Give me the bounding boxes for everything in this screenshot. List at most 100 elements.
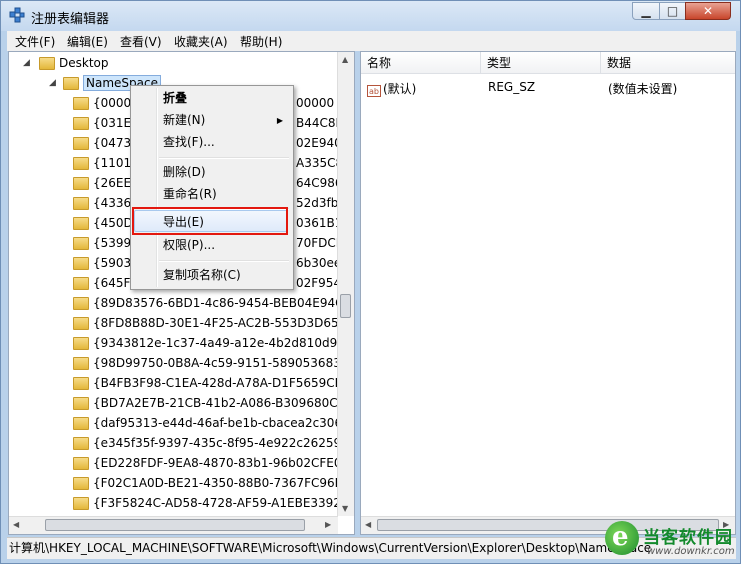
scroll-up-icon[interactable]: ▲ <box>342 55 348 64</box>
submenu-arrow-icon: ▶ <box>276 116 283 125</box>
collapse-arrow-icon[interactable]: ◢ <box>49 78 56 88</box>
tree-node-clsid[interactable]: {F3F5824C-AD58-4728-AF59-A1EBE339279 <box>73 493 355 513</box>
folder-icon <box>73 476 89 490</box>
tree-node-clsid[interactable]: {BD7A2E7B-21CB-41b2-A086-B309680C6B <box>73 393 353 413</box>
tree-node-clsid[interactable]: {031E <box>73 113 131 133</box>
menu-edit[interactable]: 编辑(E) <box>67 33 108 50</box>
minimize-icon: ▁ <box>641 4 651 18</box>
tree-horizontal-scrollbar[interactable]: ◀ ▶ <box>9 516 338 534</box>
values-list-pane[interactable]: 名称 类型 数据 ab (默认) REG_SZ (数值未设置) ◀ ▶ <box>360 51 736 535</box>
column-header-name[interactable]: 名称 <box>361 52 481 74</box>
tree-node-clsid[interactable]: {4336 <box>73 193 131 213</box>
watermark: e 当客软件园 www.downkr.com <box>605 519 741 565</box>
tree-node-clsid[interactable]: {daf95313-e44d-46af-be1b-cbacea2c3065 <box>73 413 350 433</box>
tree-node-clsid[interactable]: {5399 <box>73 233 131 253</box>
column-header-data[interactable]: 数据 <box>601 52 735 74</box>
tree-node-clsid[interactable]: {e345f35f-9397-435c-8f95-4e922c26259e} <box>73 433 354 453</box>
folder-icon <box>73 216 89 230</box>
maximize-button[interactable]: □ <box>659 2 686 20</box>
tree-node-clsid[interactable]: {0473 <box>73 133 131 153</box>
title-bar[interactable]: 注册表编辑器 ▁ □ ✕ <box>1 1 740 31</box>
minimize-button[interactable]: ▁ <box>632 2 660 20</box>
tree-vertical-scroll-thumb[interactable] <box>340 294 351 318</box>
context-menu: 折叠 新建(N) ▶ 查找(F)... 删除(D) 重命名(R) 导出(E) 权… <box>130 85 294 290</box>
folder-icon <box>73 236 89 250</box>
menu-favorites[interactable]: 收藏夹(A) <box>174 33 228 50</box>
tree-node-label: {5399 <box>93 236 132 250</box>
regedit-app-icon <box>9 7 25 23</box>
folder-icon <box>73 376 89 390</box>
folder-icon <box>73 356 89 370</box>
tree-node-clsid[interactable]: {5903 <box>73 253 131 273</box>
folder-icon <box>73 276 89 290</box>
tree-node-clsid[interactable]: {1101 <box>73 153 131 173</box>
folder-icon <box>73 456 89 470</box>
folder-icon <box>73 496 89 510</box>
tree-node-label: {5903 <box>93 256 132 270</box>
tree-node-label: {F3F5824C-AD58-4728-AF59-A1EBE339279 <box>93 496 355 510</box>
tree-node-desktop[interactable]: ◢ Desktop <box>23 53 109 73</box>
tree-node-label-suffix: 02F954 <box>296 276 342 290</box>
folder-icon <box>73 136 89 150</box>
export-highlight-box <box>132 207 288 235</box>
registry-editor-window: 注册表编辑器 ▁ □ ✕ 文件(F) 编辑(E) 查看(V) 收藏夹(A) 帮助… <box>0 0 741 564</box>
tree-vertical-scrollbar[interactable]: ▲ ▼ <box>337 52 354 516</box>
tree-node-clsid[interactable]: {0000 <box>73 93 131 113</box>
close-button[interactable]: ✕ <box>685 2 731 20</box>
tree-node-clsid[interactable]: {F02C1A0D-BE21-4350-88B0-7367FC96EF3 <box>73 473 354 493</box>
tree-node-label: {9343812e-1c37-4a49-a12e-4b2d810d956 <box>93 336 353 350</box>
context-collapse[interactable]: 折叠 <box>163 88 187 108</box>
context-rename[interactable]: 重命名(R) <box>163 184 217 204</box>
string-value-icon: ab <box>367 85 381 97</box>
scroll-left-icon[interactable]: ◀ <box>365 520 371 529</box>
scroll-down-icon[interactable]: ▼ <box>342 504 348 513</box>
tree-horizontal-scroll-thumb[interactable] <box>45 519 305 531</box>
tree-node-label-suffix: 64C986 <box>296 176 343 190</box>
tree-node-label: {98D99750-0B8A-4c59-9151-589053683D7 <box>93 356 355 370</box>
folder-icon <box>39 56 55 70</box>
folder-open-icon <box>63 76 79 90</box>
tree-node-clsid[interactable]: {645F <box>73 273 130 293</box>
tree-node-label: {450D <box>93 216 133 230</box>
menu-help[interactable]: 帮助(H) <box>240 33 282 50</box>
tree-node-clsid[interactable]: {26EE <box>73 173 131 193</box>
menu-bar: 文件(F) 编辑(E) 查看(V) 收藏夹(A) 帮助(H) <box>7 31 736 51</box>
context-copy-key-name[interactable]: 复制项名称(C) <box>163 265 241 285</box>
window-title: 注册表编辑器 <box>31 12 110 27</box>
folder-icon <box>73 316 89 330</box>
folder-icon <box>73 96 89 110</box>
tree-node-label: {0000 <box>93 96 132 110</box>
tree-node-label-suffix: 00000 <box>296 96 335 110</box>
context-new[interactable]: 新建(N) <box>163 110 205 130</box>
tree-node-label: {0473 <box>93 136 132 150</box>
context-separator <box>159 260 289 262</box>
context-permissions[interactable]: 权限(P)... <box>163 235 215 255</box>
folder-icon <box>73 156 89 170</box>
tree-node-label-suffix: 6b30ee <box>296 256 342 270</box>
tree-node-clsid[interactable]: {8FD8B88D-30E1-4F25-AC2B-553D3D65F0 <box>73 313 353 333</box>
tree-node-clsid[interactable]: {98D99750-0B8A-4c59-9151-589053683D7 <box>73 353 355 373</box>
tree-node-clsid[interactable]: {B4FB3F98-C1EA-428d-A78A-D1F5659CBA <box>73 373 351 393</box>
tree-node-label: {031E <box>93 116 132 130</box>
tree-node-clsid[interactable]: {9343812e-1c37-4a49-a12e-4b2d810d956 <box>73 333 352 353</box>
tree-node-label: {B4FB3F98-C1EA-428d-A78A-D1F5659CBA <box>93 376 352 390</box>
folder-icon <box>73 196 89 210</box>
tree-node-clsid[interactable]: {89D83576-6BD1-4c86-9454-BEB04E94C8 <box>73 293 351 313</box>
watermark-name: 当客软件园 <box>643 528 733 548</box>
scroll-right-icon[interactable]: ▶ <box>325 520 331 529</box>
context-find[interactable]: 查找(F)... <box>163 132 215 152</box>
context-delete[interactable]: 删除(D) <box>163 162 206 182</box>
menu-file[interactable]: 文件(F) <box>15 33 55 50</box>
menu-view[interactable]: 查看(V) <box>120 33 162 50</box>
tree-node-clsid[interactable]: {450D <box>73 213 133 233</box>
folder-icon <box>73 436 89 450</box>
tree-node-clsid[interactable]: {ED228FDF-9EA8-4870-83b1-96b02CFE0D <box>73 453 351 473</box>
tree-node-label: {BD7A2E7B-21CB-41b2-A086-B309680C6B <box>93 396 354 410</box>
scroll-left-icon[interactable]: ◀ <box>13 520 19 529</box>
context-separator <box>159 157 289 159</box>
collapse-arrow-icon[interactable]: ◢ <box>23 58 30 68</box>
value-name: ab (默认) <box>367 82 417 97</box>
folder-icon <box>73 176 89 190</box>
column-header-type[interactable]: 类型 <box>481 52 601 74</box>
folder-icon <box>73 256 89 270</box>
